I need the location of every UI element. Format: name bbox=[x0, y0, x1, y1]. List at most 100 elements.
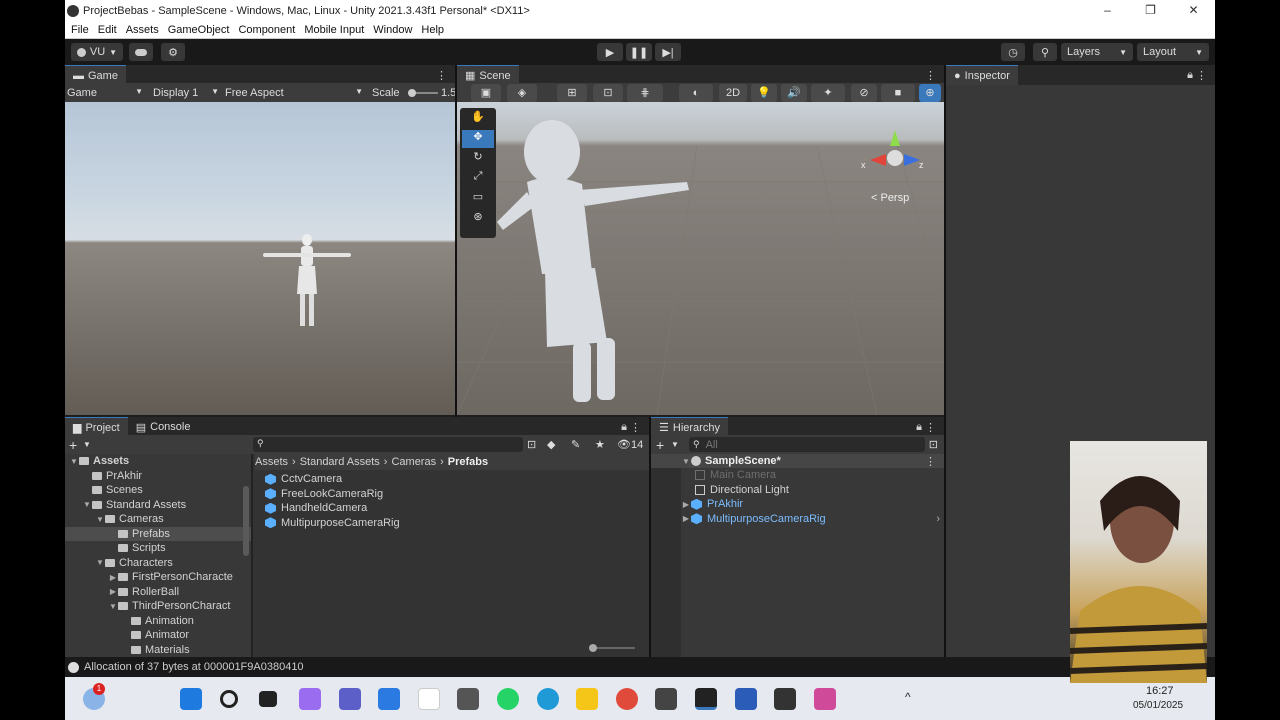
snap-increment-button[interactable]: ⊡ bbox=[593, 83, 623, 102]
breadcrumb-assets[interactable]: Assets bbox=[255, 456, 288, 468]
rotate-tool-icon[interactable]: ↻ bbox=[462, 150, 494, 168]
audio-button[interactable]: 🔊 bbox=[781, 83, 807, 102]
breadcrumb-cameras[interactable]: Cameras bbox=[391, 456, 436, 468]
star-icon[interactable]: ★ bbox=[595, 438, 605, 451]
menu-edit[interactable]: Edit bbox=[98, 24, 117, 36]
tree-item-thirdpersoncharact[interactable]: ▼ ThirdPersonCharact bbox=[65, 599, 251, 614]
collab-button[interactable]: ⚙ bbox=[161, 43, 185, 61]
tree-item-rollerball[interactable]: ▶ RollerBall bbox=[65, 585, 251, 600]
render-mode-dropdown[interactable]: ◈ bbox=[507, 83, 537, 102]
app-icon[interactable] bbox=[774, 688, 796, 710]
expand-arrow-icon[interactable]: ▼ bbox=[681, 457, 691, 466]
tree-item-assets[interactable]: ▼ Assets bbox=[65, 454, 251, 469]
tab-inspector[interactable]: ● Inspector bbox=[946, 65, 1018, 85]
display-dropdown[interactable]: Display 1 ▼ bbox=[153, 87, 219, 99]
hierarchy-search-input[interactable]: ⚲ All bbox=[689, 437, 925, 452]
project-search-input[interactable]: ⚲ bbox=[253, 437, 523, 452]
lock-icon[interactable]: 🔒︎ bbox=[1187, 69, 1193, 82]
list-item[interactable]: FreeLookCameraRig bbox=[265, 487, 400, 502]
store-icon[interactable] bbox=[378, 688, 400, 710]
breadcrumb-prefabs[interactable]: Prefabs bbox=[448, 456, 488, 468]
tab-console[interactable]: ▤ Console bbox=[128, 417, 199, 437]
play-button[interactable]: ▶ bbox=[597, 43, 623, 61]
account-button[interactable]: VU ▼ bbox=[71, 43, 123, 61]
hand-tool-icon[interactable]: ✋ bbox=[462, 110, 494, 128]
tab-project[interactable]: ▆ Project bbox=[65, 417, 128, 437]
lighting-button[interactable]: 💡 bbox=[751, 83, 777, 102]
tree-item-animator[interactable]: Animator bbox=[65, 628, 251, 643]
edge-icon[interactable] bbox=[537, 688, 559, 710]
scene-viewport[interactable]: ✋ ✥ ↻ ⤢ ▭ ⊛ x z < Persp bbox=[457, 102, 944, 415]
search-by-label-icon[interactable]: ◆ bbox=[547, 438, 555, 451]
hidden-packages-icon[interactable]: 👁︎ bbox=[617, 438, 631, 451]
expand-arrow-icon[interactable]: ▼ bbox=[69, 457, 79, 466]
panel-menu-icon[interactable]: ⋮ bbox=[1196, 69, 1207, 82]
expand-arrow-icon[interactable]: ▼ bbox=[95, 558, 105, 567]
gizmos-button[interactable]: ⊕ bbox=[919, 83, 941, 102]
icon-size-slider[interactable] bbox=[589, 644, 635, 652]
menu-file[interactable]: File bbox=[71, 24, 89, 36]
tree-item-cameras[interactable]: ▼ Cameras bbox=[65, 512, 251, 527]
step-button[interactable]: ▶| bbox=[655, 43, 681, 61]
mode-2d-button[interactable]: 2D bbox=[719, 83, 747, 102]
slider-handle[interactable] bbox=[408, 89, 416, 97]
layout-dropdown[interactable]: Layout ▼ bbox=[1137, 43, 1209, 61]
search-by-type-icon[interactable]: ⊡ bbox=[527, 438, 536, 451]
cloud-button[interactable] bbox=[129, 43, 153, 61]
rect-tool-icon[interactable]: ▭ bbox=[462, 190, 494, 208]
task-view-icon[interactable] bbox=[259, 691, 277, 707]
tree-item-animation[interactable]: Animation bbox=[65, 614, 251, 629]
panel-menu-icon[interactable]: ⋮ bbox=[925, 455, 936, 468]
menu-assets[interactable]: Assets bbox=[126, 24, 159, 36]
scale-tool-icon[interactable]: ⤢ bbox=[462, 170, 494, 188]
list-item[interactable]: CctvCamera bbox=[265, 472, 400, 487]
slider-handle[interactable] bbox=[589, 644, 597, 652]
tag-icon[interactable]: ✎ bbox=[571, 438, 580, 451]
draw-mode-dropdown[interactable]: ▣ bbox=[471, 83, 501, 102]
list-item[interactable]: Directional Light bbox=[695, 483, 826, 498]
tree-item-standard-assets[interactable]: ▼ Standard Assets bbox=[65, 498, 251, 513]
tab-scene[interactable]: ▦ Scene bbox=[457, 65, 519, 85]
hidden-objects-button[interactable]: ⊘ bbox=[851, 83, 877, 102]
aspect-dropdown[interactable]: Free Aspect ▼ bbox=[225, 87, 365, 99]
menu-mobile-input[interactable]: Mobile Input bbox=[304, 24, 364, 36]
pause-button[interactable]: ❚❚ bbox=[626, 43, 652, 61]
scale-slider[interactable] bbox=[408, 89, 438, 97]
search-icon[interactable] bbox=[220, 690, 238, 708]
persp-label[interactable]: < Persp bbox=[871, 192, 909, 204]
file-explorer-icon[interactable] bbox=[576, 688, 598, 710]
orientation-gizmo[interactable] bbox=[860, 126, 930, 186]
menu-gameobject[interactable]: GameObject bbox=[168, 24, 230, 36]
history-button[interactable]: ◷ bbox=[1001, 43, 1025, 61]
transform-tool-icon[interactable]: ⊛ bbox=[462, 210, 494, 228]
breadcrumb-standard-assets[interactable]: Standard Assets bbox=[300, 456, 380, 468]
panel-menu-icon[interactable]: ⋮ bbox=[925, 421, 936, 434]
list-item[interactable]: ▶ MultipurposeCameraRig bbox=[681, 512, 826, 527]
shading-dropdown[interactable]: ◐ bbox=[679, 83, 713, 102]
camera-icon[interactable] bbox=[457, 688, 479, 710]
expand-arrow-icon[interactable]: ▶ bbox=[681, 500, 691, 509]
tree-item-firstpersoncharacte[interactable]: ▶ FirstPersonCharacte bbox=[65, 570, 251, 585]
expand-arrow-icon[interactable]: ▶ bbox=[681, 514, 691, 523]
snipping-tool-icon[interactable] bbox=[814, 688, 836, 710]
start-icon[interactable] bbox=[180, 688, 202, 710]
tab-hierarchy[interactable]: ☰ Hierarchy bbox=[651, 417, 728, 437]
menu-component[interactable]: Component bbox=[238, 24, 295, 36]
layers-dropdown[interactable]: Layers ▼ bbox=[1061, 43, 1133, 61]
copilot-icon[interactable] bbox=[299, 688, 321, 710]
teams-icon[interactable] bbox=[339, 688, 361, 710]
chevron-right-icon[interactable]: › bbox=[936, 513, 940, 525]
effects-dropdown[interactable]: ✦ bbox=[811, 83, 845, 102]
amazon-icon[interactable] bbox=[418, 688, 440, 710]
scene-row[interactable]: ▼ SampleScene* ⋮ bbox=[651, 454, 944, 468]
menu-window[interactable]: Window bbox=[373, 24, 412, 36]
tree-item-scenes[interactable]: Scenes bbox=[65, 483, 251, 498]
status-message[interactable]: Allocation of 37 bytes at 000001F9A03804… bbox=[84, 661, 304, 673]
panel-menu-icon[interactable]: ⋮ bbox=[925, 69, 936, 82]
tab-game[interactable]: ▬ Game bbox=[65, 65, 126, 85]
tree-item-prefabs[interactable]: Prefabs bbox=[65, 526, 251, 541]
game-viewport[interactable] bbox=[65, 102, 455, 415]
clock-time[interactable]: 16:27 bbox=[1146, 685, 1174, 697]
collapse-arrow-icon[interactable]: ▶ bbox=[108, 587, 118, 596]
collapse-arrow-icon[interactable]: ▶ bbox=[108, 573, 118, 582]
